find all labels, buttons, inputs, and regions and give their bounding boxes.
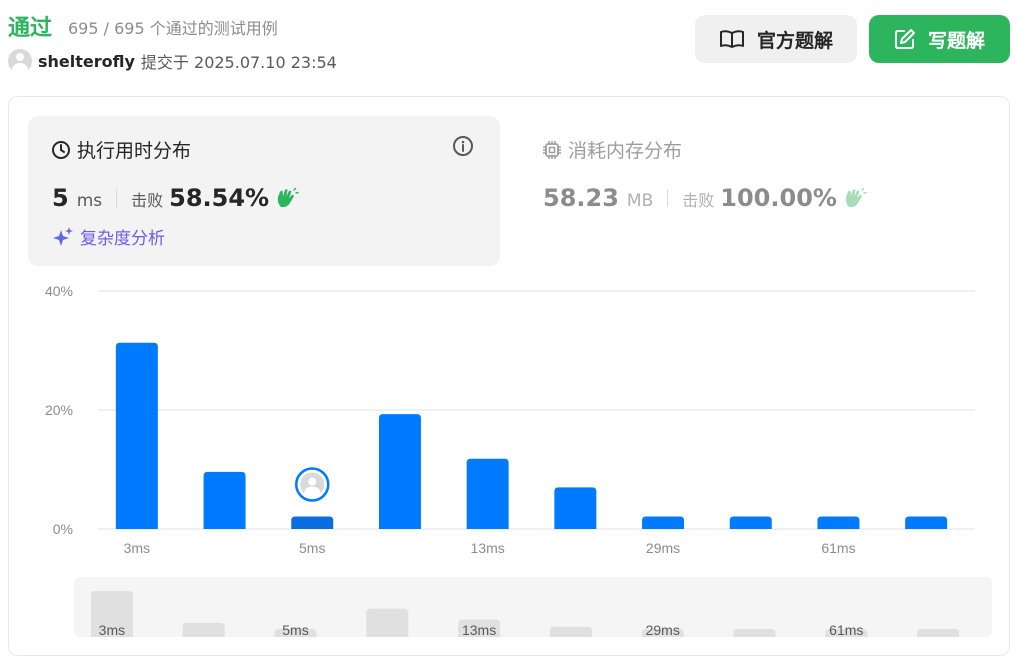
y-tick-label: 0% — [53, 521, 73, 537]
book-icon — [719, 30, 744, 48]
write-solution-label: 写题解 — [927, 29, 985, 52]
bar — [729, 516, 772, 529]
overview-bar — [917, 629, 960, 637]
overview-bar — [182, 622, 225, 637]
runtime-distribution-chart[interactable]: 40% 20% 0% 3ms 5ms 13ms 29ms 61ms — [9, 97, 1009, 567]
overview-chart[interactable]: 3ms 5ms 13ms 29ms 61ms — [74, 577, 992, 637]
bar — [817, 516, 860, 529]
overview-label: 3ms — [99, 622, 125, 637]
username[interactable]: shelterofly — [38, 52, 135, 71]
edit-icon — [894, 29, 915, 49]
x-tick-label: 61ms — [821, 540, 855, 556]
x-tick-label: 13ms — [471, 540, 505, 556]
status-title: 通过 — [8, 16, 53, 41]
bar — [905, 516, 948, 529]
overview-label: 13ms — [462, 622, 496, 637]
overview-label: 5ms — [282, 622, 308, 637]
bar — [378, 414, 421, 529]
overview-bar — [366, 608, 409, 637]
bar — [554, 487, 597, 529]
chart-overview-brush[interactable]: 3ms 5ms 13ms 29ms 61ms — [74, 577, 992, 637]
bar — [291, 516, 334, 529]
bar — [642, 516, 685, 529]
submit-time: 提交于 2025.07.10 23:54 — [140, 53, 337, 72]
avatar-body — [304, 486, 321, 499]
y-tick-label: 40% — [45, 283, 73, 299]
bar — [203, 471, 246, 529]
bar — [466, 458, 509, 529]
result-card: 执行用时分布 5 ms 击败 58.54% 复杂度分析 消耗内存分布 58.23… — [8, 96, 1010, 656]
submission-info: shelterofly 提交于 2025.07.10 23:54 — [8, 49, 337, 73]
write-solution-button[interactable]: 写题解 — [869, 15, 1010, 63]
bar — [115, 342, 158, 529]
x-tick-label: 3ms — [124, 540, 150, 556]
x-tick-label: 29ms — [646, 540, 680, 556]
overview-label: 29ms — [646, 622, 680, 637]
official-solution-button[interactable]: 官方题解 — [695, 15, 857, 63]
y-tick-label: 20% — [45, 402, 73, 418]
avatar-head — [308, 477, 317, 486]
overview-bar — [549, 626, 592, 637]
test-count: 695 / 695 个通过的测试用例 — [68, 19, 278, 38]
overview-label: 61ms — [829, 622, 863, 637]
x-tick-label: 5ms — [299, 540, 325, 556]
overview-bar — [733, 629, 776, 637]
avatar[interactable] — [8, 49, 32, 73]
official-solution-label: 官方题解 — [756, 29, 833, 52]
